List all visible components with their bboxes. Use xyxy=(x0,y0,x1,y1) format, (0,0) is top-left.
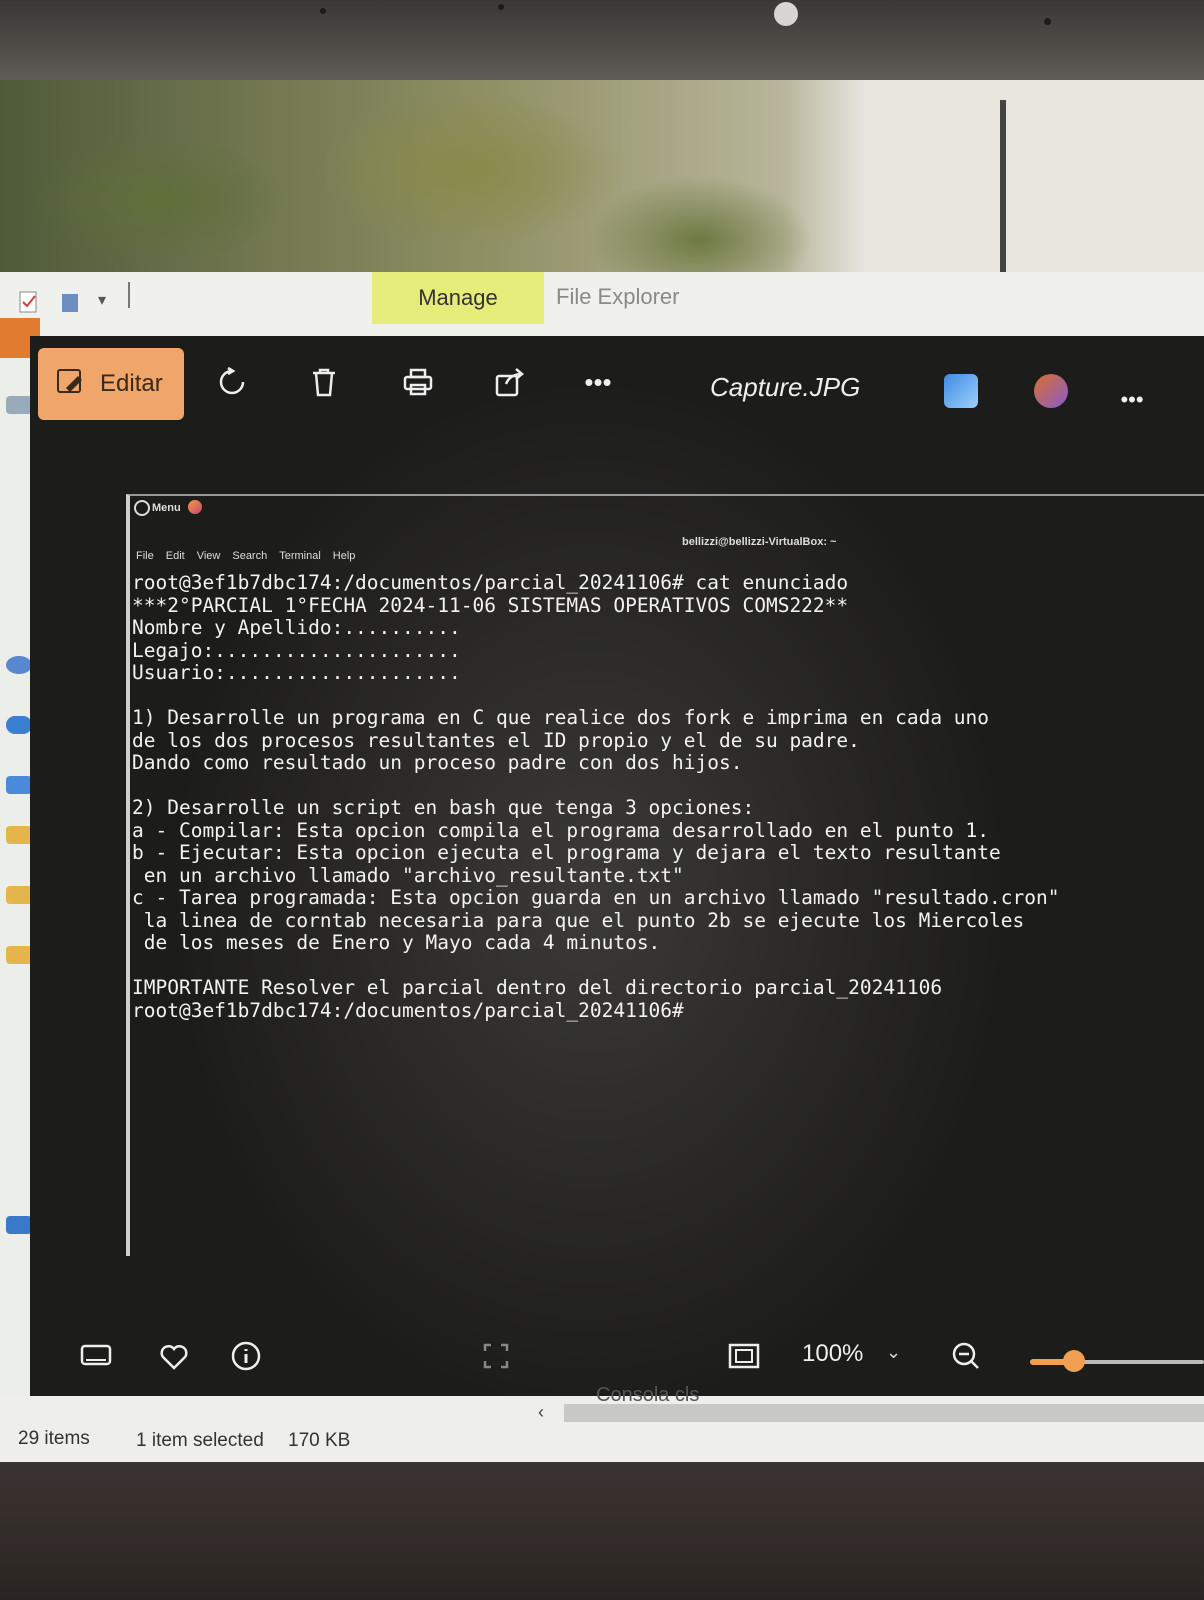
terminal-line: ***2°PARCIAL 1°FECHA 2024-11-06 SISTEMAS… xyxy=(132,593,849,617)
explorer-window-title: File Explorer xyxy=(556,284,680,309)
bezel-screw xyxy=(320,8,326,14)
more-options-button[interactable]: ••• xyxy=(578,362,618,402)
edit-image-icon xyxy=(56,366,86,403)
filmstrip-icon xyxy=(80,1344,112,1366)
viewer-filename: Capture.JPG xyxy=(710,372,861,402)
menu-view[interactable]: View xyxy=(197,550,221,562)
viewer-toolbar: Editar ••• Capture.JPG ••• xyxy=(30,336,1204,436)
printer-icon xyxy=(403,368,433,396)
tab-manage[interactable]: Manage xyxy=(372,272,544,324)
info-button[interactable] xyxy=(226,1336,266,1376)
terminal-line: en un archivo llamado "archivo_resultant… xyxy=(132,863,684,887)
menu-search[interactable]: Search xyxy=(232,550,267,562)
firefox-icon[interactable] xyxy=(188,500,202,514)
new-folder-icon[interactable] xyxy=(60,290,82,314)
terminal-menu-label[interactable]: Menu xyxy=(152,502,181,514)
zoom-slider-thumb[interactable] xyxy=(1062,1350,1085,1372)
file-name-label[interactable]: Consola cls xyxy=(596,1384,699,1407)
terminal-line: la linea de corntab necesaria para que e… xyxy=(132,908,1025,932)
see-more-button[interactable]: ••• xyxy=(1112,380,1152,420)
menu-help[interactable]: Help xyxy=(333,550,356,562)
delete-button[interactable] xyxy=(304,362,344,402)
zoom-level[interactable]: 100% xyxy=(802,1340,863,1368)
terminal-line: Usuario:.................... xyxy=(132,661,461,684)
terminal-line: 1) Desarrolle un programa en C que reali… xyxy=(132,706,990,729)
desk-surface xyxy=(0,1462,1204,1600)
menu-terminal[interactable]: Terminal xyxy=(279,550,321,562)
explorer-titlebar: ▾ Manage File Explorer xyxy=(0,272,1204,337)
folder-icon[interactable] xyxy=(6,826,32,844)
heart-icon xyxy=(160,1344,188,1370)
bezel-screw xyxy=(498,4,504,10)
terminal-title: bellizzi@bellizzi-VirtualBox: ~ xyxy=(682,536,837,548)
terminal-line: a - Compilar: Esta opcion compila el pro… xyxy=(132,818,990,842)
bezel-screw xyxy=(1044,18,1051,25)
info-icon xyxy=(231,1341,261,1371)
terminal-line: Nombre y Apellido:.......... xyxy=(132,616,461,639)
camera-lens xyxy=(774,2,798,26)
fit-icon xyxy=(483,1343,509,1369)
terminal-line: de los meses de Enero y Mayo cada 4 minu… xyxy=(132,931,661,954)
network-icon[interactable] xyxy=(6,1216,32,1234)
actual-size-button[interactable] xyxy=(724,1336,764,1376)
terminal-header: Menu bellizzi@bellizzi-VirtualBox: ~ Fil… xyxy=(130,496,1204,576)
zoom-out-button[interactable] xyxy=(946,1336,986,1376)
explorer-statusbar: ‹ Consola cls 29 items 1 item selected 1… xyxy=(0,1384,1204,1462)
folder-icon[interactable] xyxy=(6,946,32,964)
folder-icon[interactable] xyxy=(6,886,32,904)
titlebar-divider xyxy=(128,282,130,308)
filmstrip-button[interactable] xyxy=(76,1336,116,1376)
ellipsis-icon: ••• xyxy=(1120,387,1144,412)
favorite-button[interactable] xyxy=(154,1336,194,1376)
rotate-icon xyxy=(219,366,245,395)
terminal-line: IMPORTANTE Resolver el parcial dentro de… xyxy=(132,976,943,999)
terminal-line: 2) Desarrolle un script en bash que teng… xyxy=(132,796,755,819)
properties-icon[interactable] xyxy=(18,290,40,314)
menu-edit[interactable]: Edit xyxy=(166,550,185,562)
actual-size-icon xyxy=(728,1343,760,1369)
star-icon[interactable] xyxy=(6,656,32,674)
pin-icon[interactable] xyxy=(6,396,32,414)
trash-icon xyxy=(313,368,335,397)
zoom-out-icon xyxy=(952,1342,979,1369)
terminal-line: Legajo:..................... xyxy=(132,638,461,662)
share-button[interactable] xyxy=(490,362,530,402)
terminal-output: root@3ef1b7dbc174:/documentos/parcial_20… xyxy=(132,571,1202,1022)
status-item-count: 29 items xyxy=(18,1428,90,1449)
terminal-line: root@3ef1b7dbc174:/documentos/parcial_20… xyxy=(132,998,684,1022)
terminal-line: root@3ef1b7dbc174:/documentos/parcial_20… xyxy=(132,571,849,594)
menu-file[interactable]: File xyxy=(136,550,154,562)
quick-access-dropdown-icon[interactable]: ▾ xyxy=(98,290,120,314)
chevron-down-icon[interactable]: ⌄ xyxy=(886,1342,901,1363)
terminal-line: Dando como resultado un proceso padre co… xyxy=(132,751,743,774)
edit-button-label: Editar xyxy=(100,370,163,397)
rotate-button[interactable] xyxy=(212,362,252,402)
onedrive-icon[interactable] xyxy=(6,716,32,734)
terminal-line: c - Tarea programada: Esta opcion guarda… xyxy=(132,886,1060,909)
this-pc-icon[interactable] xyxy=(6,776,32,794)
print-button[interactable] xyxy=(398,362,438,402)
share-icon xyxy=(495,368,524,397)
edit-with-ai-icon[interactable] xyxy=(944,374,978,408)
ellipsis-icon: ••• xyxy=(584,366,612,397)
menu-logo-icon[interactable] xyxy=(134,500,150,516)
terminal-window: Menu bellizzi@bellizzi-VirtualBox: ~ Fil… xyxy=(126,494,1204,1256)
terminal-line: de los dos procesos resultantes el ID pr… xyxy=(132,728,860,752)
scroll-left-icon[interactable]: ‹ xyxy=(538,1402,544,1423)
status-size: 170 KB xyxy=(288,1430,351,1451)
terminal-line: b - Ejecutar: Esta opcion ejecuta el pro… xyxy=(132,841,1001,864)
terminal-menubar: File Edit View Search Terminal Help xyxy=(136,550,355,562)
status-selection: 1 item selected xyxy=(136,1430,264,1451)
window-frame xyxy=(1000,100,1006,280)
fit-to-window-button[interactable] xyxy=(476,1336,516,1376)
copilot-icon[interactable] xyxy=(1034,374,1068,408)
desktop-wallpaper xyxy=(0,80,1204,280)
edit-button[interactable]: Editar xyxy=(38,348,184,420)
